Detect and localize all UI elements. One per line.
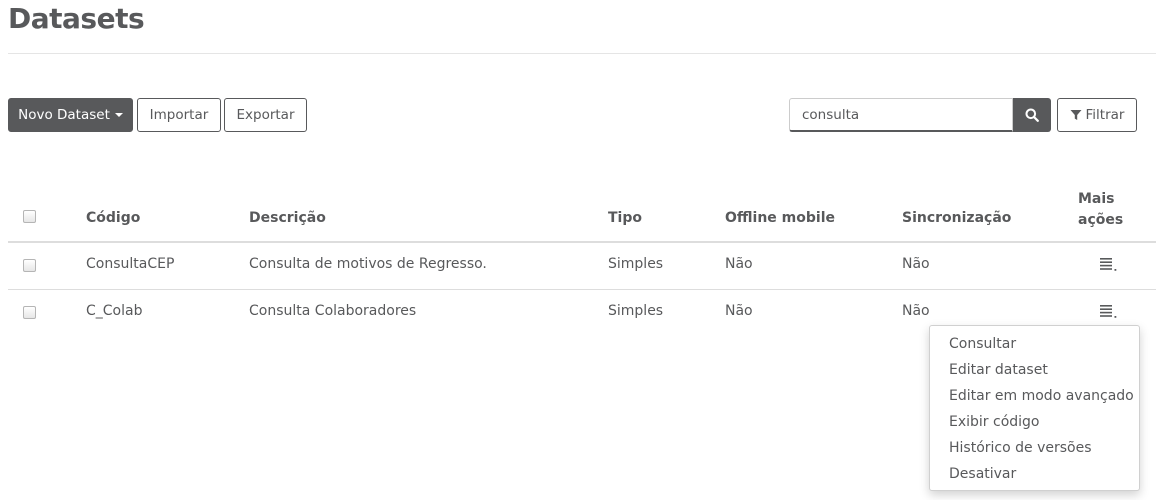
header-offline[interactable]: Offline mobile [725,210,835,226]
row-code: C_Colab [86,303,143,319]
export-button[interactable]: Exportar [224,98,307,132]
datasets-page: Datasets Novo Dataset Importar Exportar … [0,0,1164,500]
row-sync: Não [902,303,930,319]
menu-item-editar-modo-avancado[interactable]: Editar em modo avançado [949,388,1134,404]
header-sync[interactable]: Sincronização [902,210,1011,226]
actions-dropdown-menu: Consultar Editar dataset Editar em modo … [929,325,1140,491]
header-more-actions-line1: Mais [1078,191,1115,207]
list-menu-icon[interactable] [1100,258,1118,272]
search-button[interactable] [1013,98,1051,132]
import-button[interactable]: Importar [137,98,221,132]
menu-item-exibir-codigo[interactable]: Exibir código [949,414,1040,430]
new-dataset-label: Novo Dataset [18,107,110,123]
row-type: Simples [608,303,664,319]
header-type[interactable]: Tipo [608,210,642,226]
search-input[interactable] [789,98,1013,132]
header-divider [8,241,1156,243]
row-sync: Não [902,256,930,272]
row-description: Consulta de motivos de Regresso. [249,256,487,272]
row-divider [8,289,1156,290]
caret-down-icon [114,113,123,117]
filter-label: Filtrar [1085,107,1125,123]
row-type: Simples [608,256,664,272]
search-icon [1025,108,1039,122]
filter-icon [1070,109,1082,121]
row-checkbox[interactable] [23,259,36,272]
row-checkbox[interactable] [23,306,36,319]
list-menu-icon[interactable] [1100,305,1118,319]
new-dataset-button[interactable]: Novo Dataset [8,98,133,132]
filter-button[interactable]: Filtrar [1057,98,1137,132]
menu-item-desativar[interactable]: Desativar [949,466,1016,482]
header-more-actions: Mais ações [1078,189,1123,231]
header-description[interactable]: Descrição [249,210,326,226]
header-code[interactable]: Código [86,210,140,226]
menu-item-editar-dataset[interactable]: Editar dataset [949,362,1048,378]
menu-item-consultar[interactable]: Consultar [949,336,1016,352]
select-all-checkbox[interactable] [23,210,36,223]
row-offline: Não [725,256,753,272]
header-more-actions-line2: ações [1078,212,1124,228]
title-divider [8,53,1156,54]
row-description: Consulta Colaboradores [249,303,417,319]
menu-item-historico-versoes[interactable]: Histórico de versões [949,440,1092,456]
row-code: ConsultaCEP [86,256,175,272]
page-title: Datasets [8,2,145,35]
row-offline: Não [725,303,753,319]
